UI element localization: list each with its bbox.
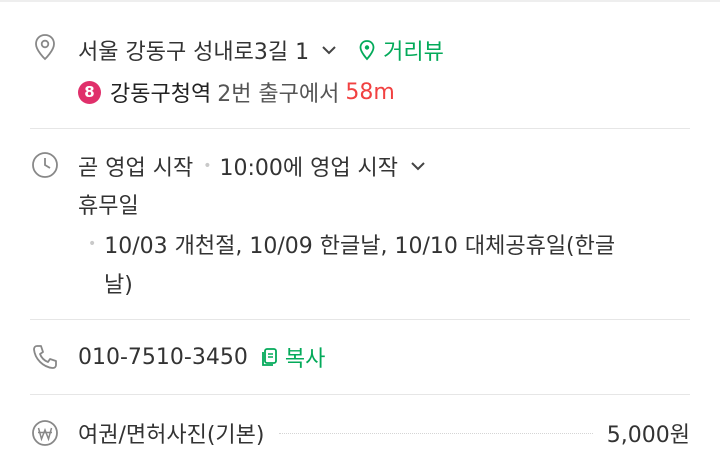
address-text[interactable]: 서울 강동구 성내로3길 1 xyxy=(78,34,309,66)
phone-row: 010-7510-3450 복사 xyxy=(78,341,325,373)
price-leader xyxy=(278,432,593,434)
price-item: 여권/면허사진(기본) xyxy=(78,423,265,448)
street-view-pin-icon xyxy=(359,40,375,61)
copy-icon xyxy=(261,348,277,366)
copy-label: 복사 xyxy=(284,347,326,372)
holidays-line-2: 날) xyxy=(104,273,133,298)
price-amount: 5,000원 xyxy=(606,423,690,448)
subway-line-badge: 8 xyxy=(78,80,101,104)
divider xyxy=(30,394,690,395)
holidays-row-2: 날) xyxy=(104,268,133,298)
subway-station: 강동구청역 xyxy=(110,82,212,107)
chevron-down-icon[interactable] xyxy=(408,156,428,176)
holiday-dot: • xyxy=(88,236,97,252)
subway-exit: 2번 출구에서 xyxy=(217,82,340,107)
divider xyxy=(30,319,690,320)
subway-distance: 58m xyxy=(345,79,395,105)
subway-row: 8 강동구청역 2번 출구에서 58m xyxy=(78,77,395,107)
phone-number[interactable]: 010-7510-3450 xyxy=(78,345,248,370)
clock-icon xyxy=(32,152,58,178)
street-view-label: 거리뷰 xyxy=(383,40,444,65)
holidays-line-1: 10/03 개천절, 10/09 한글날, 10/10 대체공휴일(한글 xyxy=(104,234,616,259)
holidays-row: • 10/03 개천절, 10/09 한글날, 10/10 대체공휴일(한글 xyxy=(88,229,615,259)
closed-days-label: 휴무일 xyxy=(78,194,139,219)
hours-row[interactable]: 곧 영업 시작 • 10:00에 영업 시작 xyxy=(78,151,428,181)
closed-days-row: 휴무일 xyxy=(78,189,139,219)
won-icon xyxy=(32,420,58,446)
separator-dot: • xyxy=(203,158,212,174)
chevron-down-icon[interactable] xyxy=(319,40,339,60)
hours-status: 곧 영업 시작 xyxy=(78,156,194,181)
hours-detail: 10:00에 영업 시작 xyxy=(219,156,399,181)
phone-icon xyxy=(33,345,57,369)
price-row: 여권/면허사진(기본) 5,000원 xyxy=(78,418,690,448)
location-pin-icon xyxy=(35,34,55,61)
top-border xyxy=(0,0,720,2)
divider xyxy=(30,128,690,129)
street-view-button[interactable]: 거리뷰 xyxy=(357,34,444,66)
address-row: 서울 강동구 성내로3길 1 거리뷰 xyxy=(78,35,444,65)
copy-button[interactable]: 복사 xyxy=(260,341,325,373)
